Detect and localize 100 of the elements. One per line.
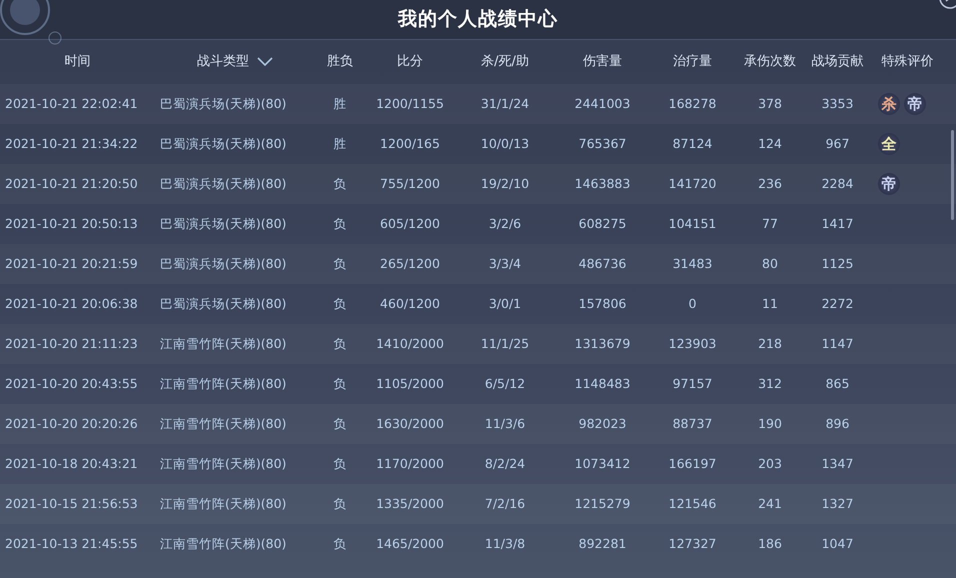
damage-cell-text: 1313679 bbox=[574, 334, 632, 353]
result-cell-text: 负 bbox=[332, 374, 348, 393]
column-header: 杀/死/助 bbox=[481, 54, 529, 70]
time-cell-text: 2021-10-18 20:43:21 bbox=[4, 454, 139, 473]
chevron-down-icon[interactable] bbox=[257, 56, 273, 67]
kda-cell-text: 8/2/24 bbox=[484, 454, 526, 473]
score-cell-text: 460/1200 bbox=[379, 294, 441, 313]
battle-type-cell-text: 江南雪竹阵(天梯)(80) bbox=[159, 374, 288, 393]
damage-cell-text: 486736 bbox=[578, 254, 628, 273]
contribution-cell-text: 1347 bbox=[820, 454, 854, 473]
battle-type-cell-text: 巴蜀演兵场(天梯)(80) bbox=[159, 294, 288, 313]
hits-taken-cell-text: 378 bbox=[757, 94, 783, 113]
kda-cell-text: 11/1/25 bbox=[480, 334, 530, 353]
rating-medal: 帝 bbox=[904, 93, 926, 115]
healing-cell-text: 0 bbox=[688, 294, 698, 313]
hits-taken-cell-text: 124 bbox=[757, 134, 783, 153]
result-cell-text: 胜 bbox=[332, 134, 348, 153]
damage-cell-text: 1463883 bbox=[574, 174, 632, 193]
time-cell-text: 2021-10-21 20:50:13 bbox=[4, 214, 139, 233]
hits-taken-cell-text: 190 bbox=[757, 414, 783, 433]
kda-cell-text: 3/2/6 bbox=[488, 214, 522, 233]
kda-cell-text: 11/3/6 bbox=[484, 414, 526, 433]
time-cell-text: 2021-10-20 21:11:23 bbox=[4, 334, 139, 353]
column-header: 胜负 bbox=[327, 54, 353, 70]
damage-cell-text: 1215279 bbox=[574, 494, 632, 513]
damage-cell-text: 1073412 bbox=[574, 454, 632, 473]
result-cell-text: 负 bbox=[332, 534, 348, 553]
hits-taken-cell-text: 203 bbox=[757, 454, 783, 473]
contribution-cell-text: 1047 bbox=[820, 534, 854, 553]
healing-cell-text: 31483 bbox=[672, 254, 714, 273]
kda-cell-text: 6/5/12 bbox=[484, 374, 526, 393]
column-header: 承伤次数 bbox=[744, 54, 796, 70]
column-header: 比分 bbox=[397, 54, 423, 70]
result-cell-text: 负 bbox=[332, 294, 348, 313]
score-cell-text: 1410/2000 bbox=[375, 334, 445, 353]
hits-taken-cell-text: 77 bbox=[761, 214, 779, 233]
hits-taken-cell-text: 80 bbox=[761, 254, 779, 273]
hits-taken-cell-text: 236 bbox=[757, 174, 783, 193]
column-header: 特殊评价 bbox=[882, 54, 934, 70]
kda-cell-text: 11/3/8 bbox=[484, 534, 526, 553]
damage-cell-text: 1148483 bbox=[574, 374, 632, 393]
contribution-cell-text: 2284 bbox=[820, 174, 854, 193]
result-cell-text: 负 bbox=[332, 494, 348, 513]
column-header: 时间 bbox=[64, 54, 90, 70]
battle-type-cell-text: 巴蜀演兵场(天梯)(80) bbox=[159, 134, 288, 153]
result-cell-text: 胜 bbox=[332, 94, 348, 113]
contribution-cell-text: 1125 bbox=[820, 254, 854, 273]
score-cell-text: 755/1200 bbox=[379, 174, 441, 193]
kda-cell-text: 7/2/16 bbox=[484, 494, 526, 513]
score-cell-text: 1200/165 bbox=[379, 134, 441, 153]
contribution-cell-text: 2272 bbox=[820, 294, 854, 313]
time-cell-text: 2021-10-13 21:45:55 bbox=[4, 534, 139, 553]
healing-cell-text: 88737 bbox=[672, 414, 714, 433]
score-cell-text: 1200/1155 bbox=[375, 94, 445, 113]
contribution-cell-text: 3353 bbox=[820, 94, 854, 113]
rating-medal: 杀 bbox=[878, 93, 900, 115]
score-cell-text: 1630/2000 bbox=[375, 414, 445, 433]
battle-type-cell-text: 巴蜀演兵场(天梯)(80) bbox=[159, 214, 288, 233]
healing-cell-text: 121546 bbox=[668, 494, 718, 513]
hits-taken-cell-text: 11 bbox=[761, 294, 779, 313]
rating-medal: 帝 bbox=[878, 173, 900, 195]
battle-type-cell-text: 江南雪竹阵(天梯)(80) bbox=[159, 414, 288, 433]
battle-type-cell-text: 巴蜀演兵场(天梯)(80) bbox=[159, 174, 288, 193]
healing-cell-text: 166197 bbox=[668, 454, 718, 473]
column-header[interactable]: 战斗类型 bbox=[197, 54, 249, 70]
damage-cell-text: 608275 bbox=[578, 214, 628, 233]
time-cell-text: 2021-10-20 20:43:55 bbox=[4, 374, 139, 393]
healing-cell-text: 141720 bbox=[668, 174, 718, 193]
battle-type-cell-text: 巴蜀演兵场(天梯)(80) bbox=[159, 94, 288, 113]
hits-taken-cell-text: 312 bbox=[757, 374, 783, 393]
healing-cell-text: 123903 bbox=[668, 334, 718, 353]
healing-cell-text: 127327 bbox=[668, 534, 718, 553]
hits-taken-cell-text: 218 bbox=[757, 334, 783, 353]
time-cell-text: 2021-10-21 20:06:38 bbox=[4, 294, 139, 313]
time-cell-text: 2021-10-15 21:56:53 bbox=[4, 494, 139, 513]
time-cell-text: 2021-10-21 22:02:41 bbox=[4, 94, 139, 113]
damage-cell-text: 157806 bbox=[578, 294, 628, 313]
score-cell-text: 1465/2000 bbox=[375, 534, 445, 553]
scrollbar[interactable] bbox=[951, 130, 954, 220]
battle-type-cell-text: 江南雪竹阵(天梯)(80) bbox=[159, 454, 288, 473]
kda-cell-text: 19/2/10 bbox=[480, 174, 530, 193]
kda-cell-text: 3/3/4 bbox=[488, 254, 522, 273]
score-cell-text: 1170/2000 bbox=[375, 454, 445, 473]
rating-medal: 全 bbox=[878, 133, 900, 155]
score-cell-text: 605/1200 bbox=[379, 214, 441, 233]
contribution-cell-text: 967 bbox=[824, 134, 850, 153]
column-header: 战场贡献 bbox=[812, 54, 864, 70]
score-cell-text: 1105/2000 bbox=[375, 374, 445, 393]
hits-taken-cell-text: 186 bbox=[757, 534, 783, 553]
column-header: 伤害量 bbox=[583, 54, 622, 70]
battle-type-cell-text: 江南雪竹阵(天梯)(80) bbox=[159, 334, 288, 353]
kda-cell-text: 31/1/24 bbox=[480, 94, 530, 113]
contribution-cell-text: 1327 bbox=[820, 494, 854, 513]
kda-cell-text: 3/0/1 bbox=[488, 294, 522, 313]
compass-drawing bbox=[0, 0, 62, 45]
healing-cell-text: 168278 bbox=[668, 94, 718, 113]
time-cell-text: 2021-10-21 21:20:50 bbox=[4, 174, 139, 193]
damage-cell-text: 982023 bbox=[578, 414, 628, 433]
kda-cell-text: 10/0/13 bbox=[480, 134, 530, 153]
damage-cell-text: 2441003 bbox=[574, 94, 632, 113]
